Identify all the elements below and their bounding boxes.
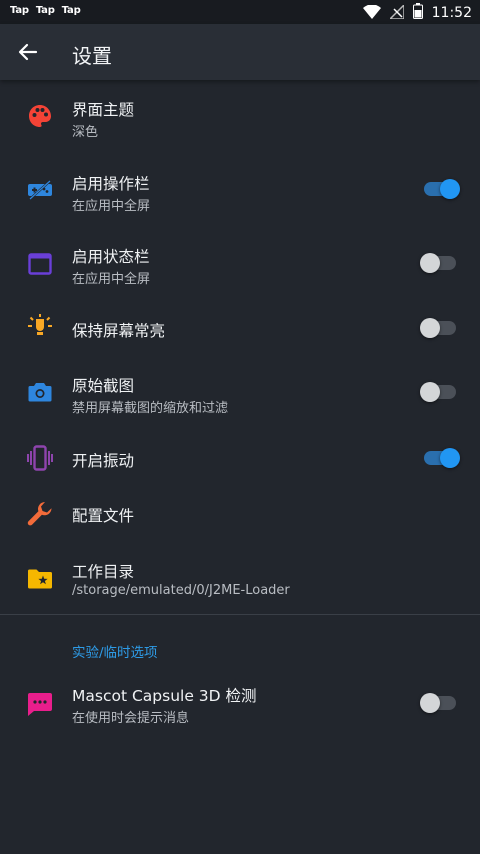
setting-keep-screen[interactable]: 保持屏幕常亮	[0, 305, 480, 353]
folder-star-icon	[26, 565, 54, 593]
setting-actionbar[interactable]: 启用操作栏 在应用中全屏	[0, 160, 480, 224]
message-icon	[26, 690, 54, 718]
window-icon	[26, 250, 54, 278]
setting-subtitle: 在使用时会提示消息	[72, 711, 190, 726]
page-title: 设置	[72, 44, 112, 68]
lightbulb-icon	[26, 313, 54, 341]
setting-title: 原始截图	[72, 377, 135, 395]
camera-icon	[26, 378, 54, 406]
setting-title: 保持屏幕常亮	[72, 322, 166, 340]
notification-app-label: Tap	[35, 5, 55, 16]
setting-title: 开启振动	[72, 452, 135, 470]
notification-icons: Tap Tap Tap	[10, 5, 81, 16]
wifi-icon	[362, 3, 381, 23]
setting-subtitle: 在应用中全屏	[72, 272, 151, 287]
toggle-thumb	[420, 318, 440, 338]
no-signal-icon	[387, 2, 405, 23]
wrench-icon	[26, 500, 54, 528]
palette-icon	[26, 102, 54, 130]
status-bar: Tap Tap Tap 11:52	[0, 0, 480, 24]
back-button[interactable]	[14, 38, 42, 66]
notification-app-label: Tap	[10, 5, 29, 16]
notification-app-label: Tap	[61, 5, 81, 16]
setting-subtitle: 在应用中全屏	[72, 199, 151, 214]
toggle-thumb	[420, 382, 440, 402]
vibration-toggle[interactable]	[422, 446, 460, 470]
toggle-thumb	[420, 253, 440, 273]
vibration-icon	[26, 444, 54, 472]
toggle-thumb	[420, 693, 440, 713]
setting-mascot-capsule[interactable]: Mascot Capsule 3D 检测 在使用时会提示消息	[0, 674, 480, 738]
setting-subtitle: 禁用屏幕截图的缩放和过滤	[72, 401, 229, 416]
setting-title: 启用状态栏	[72, 248, 150, 266]
setting-raw-screenshot[interactable]: 原始截图 禁用屏幕截图的缩放和过滤	[0, 362, 480, 426]
setting-title: 界面主题	[72, 101, 135, 119]
setting-subtitle: 深色	[72, 125, 99, 140]
setting-title: 工作目录	[72, 563, 135, 581]
setting-title: 启用操作栏	[72, 175, 150, 193]
clock: 11:52	[431, 5, 472, 21]
setting-title: 配置文件	[72, 507, 135, 525]
gamepad-icon	[26, 176, 54, 204]
actionbar-toggle[interactable]	[422, 177, 460, 201]
toggle-thumb	[440, 448, 460, 468]
setting-theme[interactable]: 界面主题 深色	[0, 88, 480, 152]
mascot-capsule-toggle[interactable]	[420, 691, 458, 715]
setting-workdir[interactable]: 工作目录 /storage/emulated/0/J2ME-Loader	[0, 547, 480, 611]
keep-screen-toggle[interactable]	[420, 316, 458, 340]
setting-vibration[interactable]: 开启振动	[0, 434, 480, 482]
setting-profiles[interactable]: 配置文件	[0, 490, 480, 538]
raw-screenshot-toggle[interactable]	[420, 380, 458, 404]
setting-subtitle: /storage/emulated/0/J2ME-Loader	[72, 583, 290, 598]
section-header-experimental: 实验/临时选项	[72, 645, 158, 661]
section-divider	[0, 614, 480, 615]
toggle-thumb	[440, 179, 460, 199]
battery-icon	[412, 3, 423, 23]
setting-title: Mascot Capsule 3D 检测	[72, 687, 257, 705]
arrow-left-icon	[18, 43, 38, 61]
app-toolbar: 设置	[0, 24, 480, 80]
statusbar-toggle[interactable]	[420, 251, 458, 275]
setting-statusbar[interactable]: 启用状态栏 在应用中全屏	[0, 233, 480, 297]
